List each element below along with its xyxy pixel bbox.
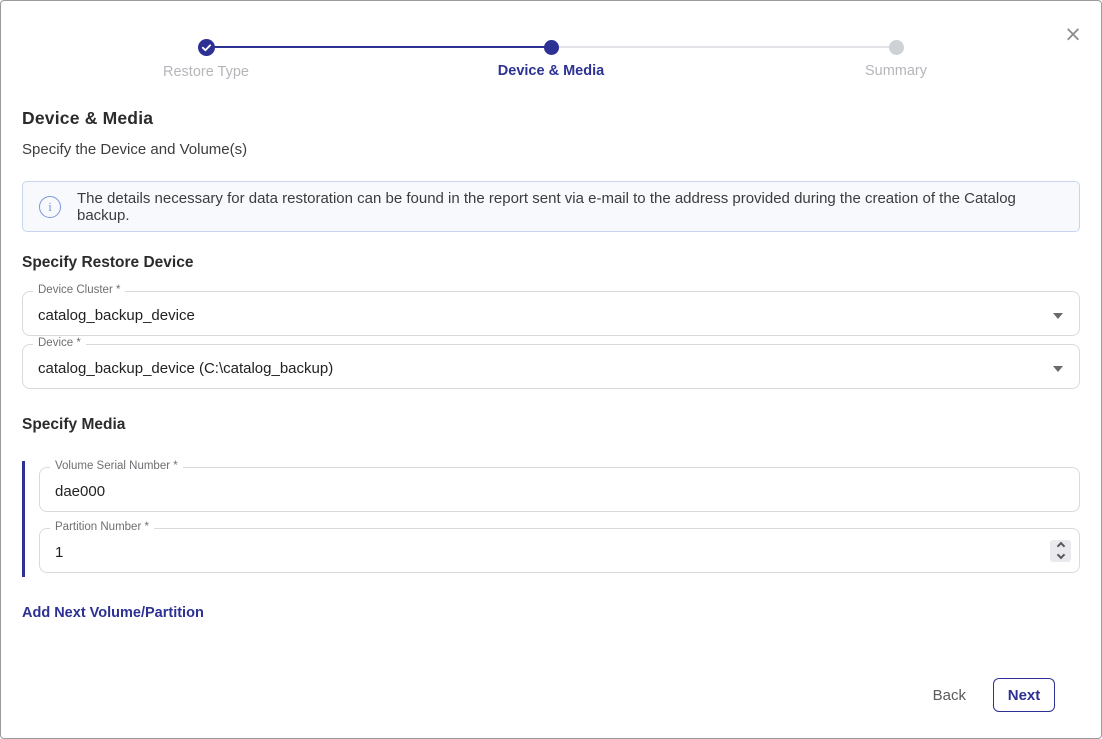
page-title: Device & Media (22, 108, 1080, 129)
wizard-footer: Back Next (933, 678, 1055, 712)
step-device-media[interactable]: Device & Media (379, 37, 724, 81)
dialog-content: Restore Type Device & Media Summary Devi… (22, 1, 1080, 738)
active-step-dot-icon (544, 40, 559, 55)
restore-wizard-dialog: × Restore Type Device & Media Summary De (0, 0, 1102, 739)
device-value: catalog_backup_device (C:\catalog_backup… (23, 356, 1079, 377)
volume-serial-input[interactable] (40, 479, 1079, 500)
number-stepper[interactable] (1050, 540, 1071, 562)
device-cluster-select[interactable]: Device Cluster * catalog_backup_device (22, 291, 1080, 336)
step-label-device-media: Device & Media (498, 63, 604, 79)
section-title-media: Specify Media (22, 416, 1080, 434)
step-summary[interactable]: Summary (724, 37, 1069, 81)
partition-number-field: Partition Number * (39, 528, 1080, 573)
info-alert: i The details necessary for data restora… (22, 181, 1080, 232)
back-button[interactable]: Back (933, 687, 966, 704)
step-label-summary: Summary (865, 63, 927, 79)
wizard-stepper: Restore Type Device & Media Summary (34, 37, 1069, 81)
partition-number-input[interactable] (40, 540, 1079, 561)
chevron-down-icon[interactable] (1053, 313, 1063, 319)
device-cluster-label: Device Cluster * (33, 284, 125, 296)
volume-serial-field: Volume Serial Number * (39, 467, 1080, 512)
device-select[interactable]: Device * catalog_backup_device (C:\catal… (22, 344, 1080, 389)
info-alert-text: The details necessary for data restorati… (77, 190, 1063, 224)
device-cluster-value: catalog_backup_device (23, 303, 1079, 324)
step-label-restore-type: Restore Type (163, 64, 249, 80)
partition-number-label: Partition Number * (50, 521, 154, 533)
page-subtitle: Specify the Device and Volume(s) (22, 141, 1080, 158)
volume-partition-group: Volume Serial Number * Partition Number … (22, 461, 1080, 577)
chevron-down-icon[interactable] (1056, 551, 1064, 559)
next-button[interactable]: Next (993, 678, 1055, 712)
step-restore-type[interactable]: Restore Type (34, 37, 379, 81)
upcoming-step-dot-icon (889, 40, 904, 55)
info-icon: i (39, 196, 61, 218)
section-title-restore-device: Specify Restore Device (22, 254, 1080, 272)
volume-serial-label: Volume Serial Number * (50, 460, 183, 472)
add-volume-partition-link[interactable]: Add Next Volume/Partition (22, 605, 204, 621)
chevron-down-icon[interactable] (1053, 366, 1063, 372)
chevron-up-icon[interactable] (1056, 542, 1064, 550)
check-circle-icon (198, 39, 215, 56)
device-label: Device * (33, 337, 86, 349)
